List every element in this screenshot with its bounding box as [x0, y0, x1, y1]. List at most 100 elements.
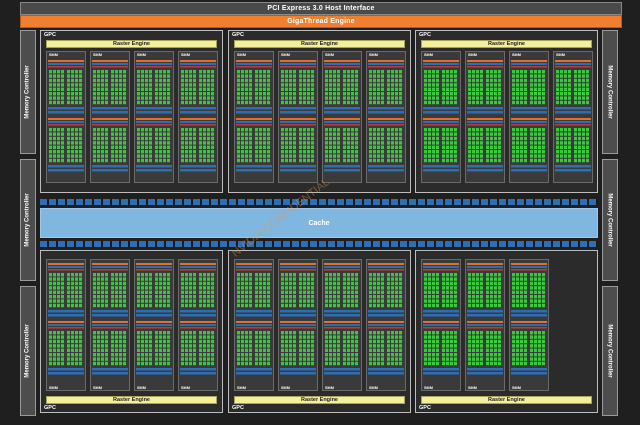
cuda-core [263, 145, 266, 149]
dispatch-bar [236, 124, 272, 126]
cuda-core [255, 100, 258, 105]
cuda-core [61, 286, 64, 290]
instruction-cache-bar [368, 118, 404, 120]
cuda-core [534, 83, 537, 87]
sfu-unit-bar [467, 314, 503, 317]
cuda-core [137, 154, 140, 158]
cuda-core [381, 150, 384, 154]
cuda-core [373, 353, 376, 357]
cuda-core [101, 331, 104, 335]
cuda-core [534, 136, 537, 141]
cuda-core [538, 273, 541, 277]
cuda-core [61, 290, 64, 294]
cuda-core [530, 286, 533, 290]
cuda-core [377, 141, 380, 145]
cuda-core [538, 335, 541, 339]
cuda-core [436, 295, 439, 299]
gpc-label: GPC [419, 32, 431, 38]
cuda-core [377, 299, 380, 303]
cuda-core [245, 281, 248, 286]
cuda-core [211, 87, 214, 91]
warp-scheduler-bar [324, 266, 360, 268]
cuda-core [395, 331, 398, 335]
cuda-core [538, 83, 541, 87]
cuda-core [560, 132, 563, 136]
cuda-core [520, 150, 523, 154]
cuda-core [560, 154, 563, 158]
cuda-core [141, 286, 144, 290]
cuda-core [490, 92, 493, 96]
ldst-unit-bar [180, 107, 216, 110]
cuda-core [189, 344, 192, 348]
cuda-core [53, 96, 56, 100]
cuda-core [75, 299, 78, 303]
cuda-core [377, 290, 380, 294]
cuda-core [237, 353, 240, 357]
cuda-core [149, 132, 152, 136]
cuda-core [476, 348, 479, 352]
cuda-core [574, 141, 577, 145]
cuda-core [442, 87, 445, 91]
cuda-core [454, 154, 457, 158]
cuda-core [101, 277, 104, 281]
cuda-core [343, 136, 346, 141]
cuda-core [145, 128, 148, 132]
cuda-core [263, 286, 266, 290]
cuda-core [424, 344, 427, 348]
cuda-core [259, 277, 262, 281]
cuda-core [377, 145, 380, 149]
cuda-core [524, 339, 527, 344]
cuda-core [325, 353, 328, 357]
cuda-core [61, 339, 64, 344]
cuda-core [355, 290, 358, 294]
cuda-core [299, 145, 302, 149]
cuda-core [211, 128, 214, 132]
cuda-core [450, 335, 453, 339]
cuda-core [163, 150, 166, 154]
cuda-core [530, 70, 533, 74]
smm-internals [467, 263, 503, 375]
cuda-core [203, 348, 206, 352]
cuda-core [285, 158, 288, 163]
cuda-core [480, 87, 483, 91]
cuda-core [454, 70, 457, 74]
cuda-core [181, 158, 184, 163]
cuda-core [49, 100, 52, 105]
smm-1: SMM [46, 51, 86, 183]
cuda-core [211, 290, 214, 294]
cuda-core [387, 145, 390, 149]
ldst-unit-bar [236, 107, 272, 110]
cuda-core [185, 281, 188, 286]
smm-label: SMM [93, 53, 102, 57]
cuda-core [193, 273, 196, 277]
cuda-core [293, 335, 296, 339]
ldst-unit-bar [236, 368, 272, 371]
instruction-cache-bar [467, 60, 503, 62]
cuda-core [299, 128, 302, 132]
cuda-core [494, 141, 497, 145]
cuda-core [446, 150, 449, 154]
cuda-core [395, 277, 398, 281]
cuda-core [347, 273, 350, 277]
smm-internals [180, 263, 216, 375]
cuda-core [79, 299, 82, 303]
cuda-core [71, 277, 74, 281]
cuda-core [123, 100, 126, 105]
sfu-unit-bar [511, 169, 547, 172]
cuda-core [337, 273, 340, 277]
cuda-core [381, 361, 384, 366]
warp-scheduler-bar [180, 121, 216, 123]
cuda-core [432, 353, 435, 357]
smm-internals [555, 60, 591, 172]
cuda-core [490, 141, 493, 145]
cuda-core [245, 145, 248, 149]
cuda-core [281, 87, 284, 91]
cuda-core [446, 335, 449, 339]
cuda-core [149, 286, 152, 290]
cuda-core [568, 78, 571, 83]
cuda-core [395, 74, 398, 78]
cuda-core [486, 158, 489, 163]
cuda-core [185, 96, 188, 100]
cuda-core [115, 303, 118, 308]
cuda-core [93, 339, 96, 344]
